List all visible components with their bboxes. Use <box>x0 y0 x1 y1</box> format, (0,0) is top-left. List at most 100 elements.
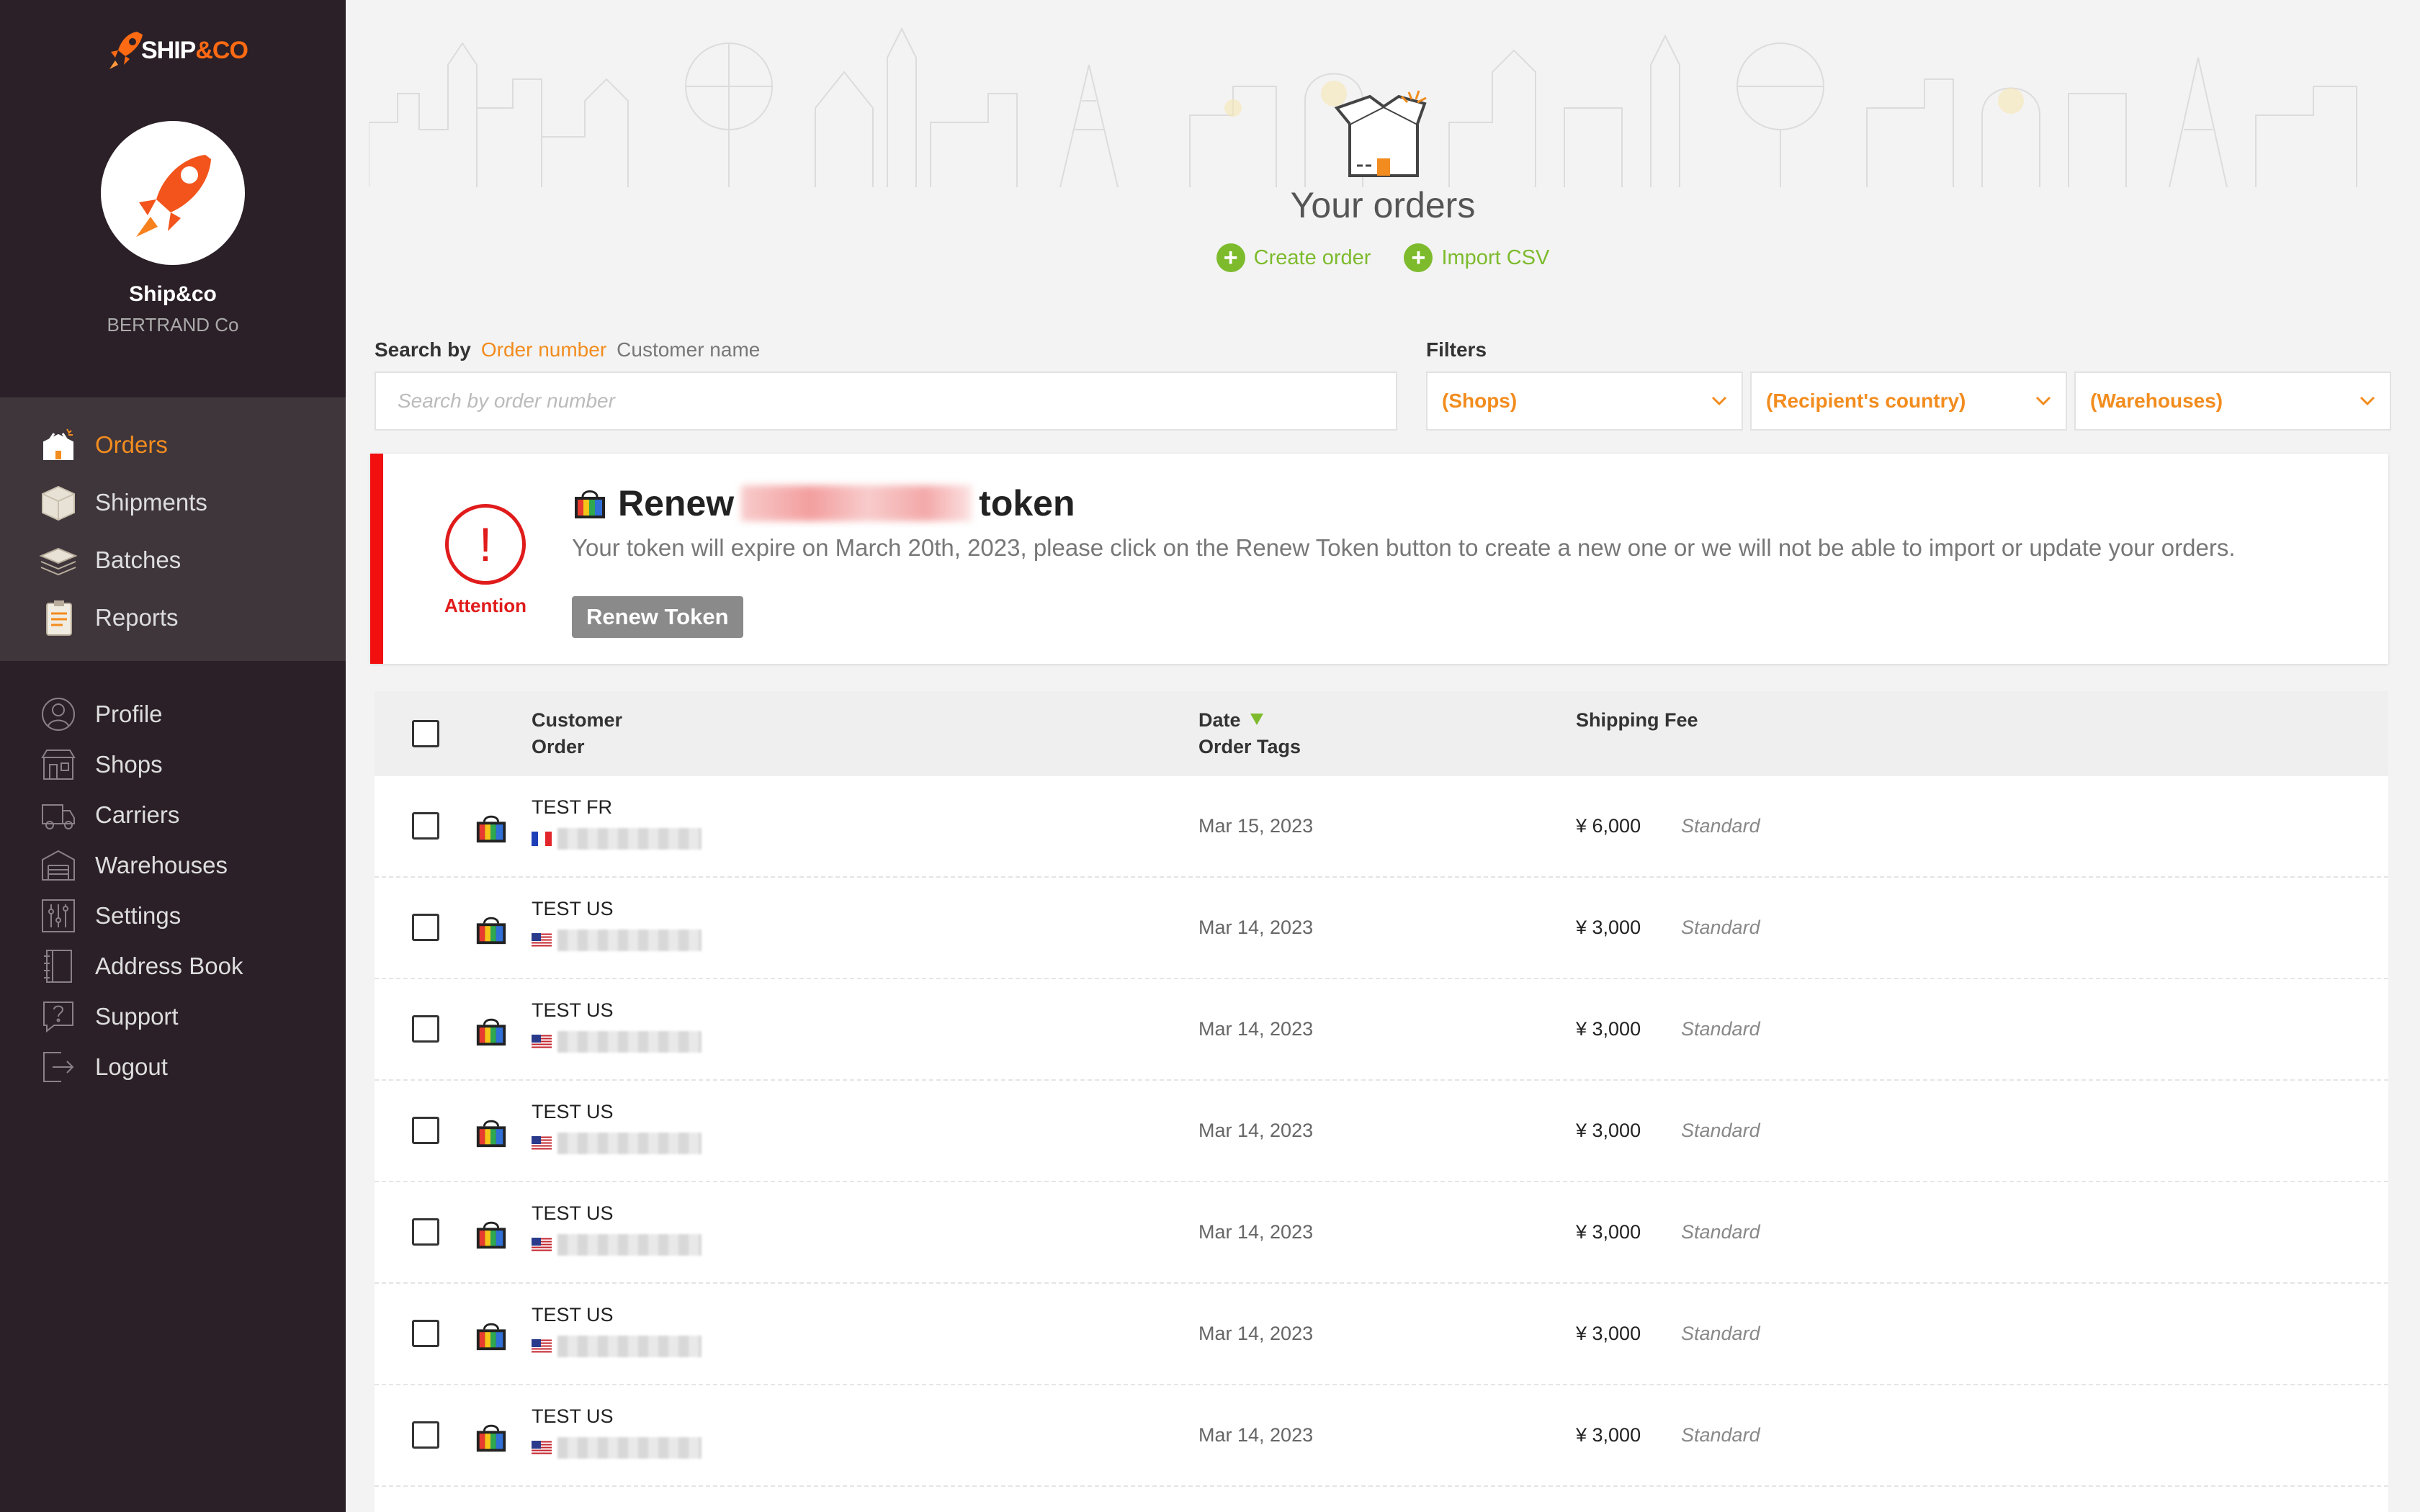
sort-desc-icon <box>1250 714 1264 725</box>
shipping-fee: ¥ 6,000 <box>1576 815 1641 837</box>
customer-name[interactable]: TEST US <box>532 1101 614 1123</box>
customer-name[interactable]: TEST US <box>532 1304 614 1326</box>
sidebar-item-orders[interactable]: Orders <box>0 416 346 474</box>
col-customer: Customer <box>532 709 623 731</box>
shipping-fee: ¥ 3,000 <box>1576 1018 1641 1040</box>
table-row[interactable]: TEST FR Mar 15, 2023 ¥ 6,000 Standard <box>375 776 2388 878</box>
orders-table: Customer Order Date Order Tags Shipping … <box>375 691 2388 1512</box>
shop-bag-icon <box>474 1420 508 1458</box>
sidebar-item-logout[interactable]: Logout <box>0 1038 346 1096</box>
row-checkbox[interactable] <box>412 1218 439 1246</box>
sidebar-item-label: Address Book <box>95 953 243 979</box>
redacted-order-number <box>557 1133 702 1154</box>
order-date: Mar 14, 2023 <box>1198 1018 1314 1040</box>
redacted-order-number <box>557 828 702 850</box>
table-row[interactable]: TEST US Mar 14, 2023 ¥ 3,000 Standard <box>375 1385 2388 1487</box>
row-checkbox[interactable] <box>412 1320 439 1347</box>
shop-bag-icon <box>474 1014 508 1052</box>
sidebar-item-reports[interactable]: Reports <box>0 589 346 647</box>
attention-label: Attention <box>444 595 527 616</box>
shipping-service: Standard <box>1681 1018 1760 1040</box>
logo-text-suffix: &CO <box>195 36 248 64</box>
order-date: Mar 14, 2023 <box>1198 1221 1314 1243</box>
reports-icon <box>37 597 79 639</box>
address-book-icon <box>37 945 79 987</box>
row-checkbox[interactable] <box>412 1015 439 1043</box>
filters-label: Filters <box>1426 338 1487 361</box>
app-logo[interactable]: SHIP&CO <box>108 29 248 72</box>
us-flag-icon <box>532 1339 552 1354</box>
create-order-button[interactable]: + Create order <box>1216 243 1371 272</box>
sidebar-item-label: Support <box>95 1003 179 1030</box>
order-date: Mar 14, 2023 <box>1198 1323 1314 1344</box>
shipping-fee: ¥ 3,000 <box>1576 1221 1641 1243</box>
sidebar-item-settings[interactable]: Settings <box>0 887 346 945</box>
table-row[interactable]: TEST US Mar 14, 2023 ¥ 3,000 Standard <box>375 1182 2388 1284</box>
order-line <box>532 828 702 850</box>
row-checkbox[interactable] <box>412 1117 439 1144</box>
shop-bag-icon <box>474 1115 508 1153</box>
customer-name[interactable]: TEST US <box>532 1405 614 1428</box>
logout-icon <box>37 1046 79 1088</box>
alert-title-suffix: token <box>979 483 1075 523</box>
row-checkbox[interactable] <box>412 1421 439 1449</box>
row-checkbox[interactable] <box>412 914 439 941</box>
sidebar-item-label: Logout <box>95 1053 168 1080</box>
search-mode-customer-name[interactable]: Customer name <box>617 338 760 361</box>
shipping-service: Standard <box>1681 815 1760 837</box>
shops-filter-select[interactable]: (Shops) <box>1426 372 1743 431</box>
select-all-checkbox[interactable] <box>412 720 439 747</box>
sidebar-item-shipments[interactable]: Shipments <box>0 474 346 531</box>
sidebar-item-address-book[interactable]: Address Book <box>0 937 346 995</box>
batches-icon <box>37 539 79 581</box>
shipping-service: Standard <box>1681 1323 1760 1344</box>
sidebar-item-profile[interactable]: Profile <box>0 685 346 743</box>
redacted-order-number <box>557 1336 702 1357</box>
customer-name[interactable]: TEST US <box>532 898 614 920</box>
shop-bag-icon <box>474 1217 508 1255</box>
sidebar: SHIP&CO Ship&co BERTRAND Co Orders Shipm… <box>0 0 346 1512</box>
customer-name[interactable]: TEST US <box>532 999 614 1022</box>
rocket-avatar-icon <box>136 155 211 237</box>
france-flag-icon <box>532 832 552 846</box>
sidebar-item-label: Profile <box>95 701 163 727</box>
search-input[interactable] <box>375 372 1397 431</box>
warehouses-icon <box>37 845 79 886</box>
us-flag-icon <box>532 1238 552 1252</box>
table-row[interactable]: TEST US Mar 14, 2023 ¥ 3,000 Standard <box>375 1081 2388 1182</box>
sidebar-item-support[interactable]: Support <box>0 988 346 1045</box>
sidebar-item-warehouses[interactable]: Warehouses <box>0 837 346 894</box>
exclamation-icon: ! <box>445 504 526 585</box>
sidebar-item-carriers[interactable]: Carriers <box>0 786 346 844</box>
shops-icon <box>37 744 79 786</box>
avatar[interactable] <box>101 121 245 265</box>
search-by-label: Search by <box>375 338 471 361</box>
table-row[interactable]: TEST US Mar 14, 2023 ¥ 3,000 Standard <box>375 878 2388 979</box>
shop-bag-icon <box>474 912 508 950</box>
profile-icon <box>37 693 79 735</box>
search-mode-order-number[interactable]: Order number <box>481 338 606 361</box>
table-row[interactable]: TEST US Mar 14, 2023 ¥ 3,000 Standard <box>375 979 2388 1081</box>
table-header: Customer Order Date Order Tags Shipping … <box>375 691 2388 776</box>
rocket-logo-icon <box>109 32 143 69</box>
customer-name[interactable]: TEST FR <box>532 796 612 819</box>
warehouses-filter-select[interactable]: (Warehouses) <box>2074 372 2391 431</box>
create-order-label: Create order <box>1253 246 1371 269</box>
orders-icon <box>37 424 79 466</box>
sidebar-item-shops[interactable]: Shops <box>0 736 346 793</box>
shipping-fee: ¥ 3,000 <box>1576 1424 1641 1446</box>
us-flag-icon <box>532 1136 552 1151</box>
country-filter-select[interactable]: (Recipient's country) <box>1750 372 2067 431</box>
renew-token-button[interactable]: Renew Token <box>572 596 743 638</box>
row-checkbox[interactable] <box>412 812 439 840</box>
plus-circle-icon: + <box>1404 243 1433 272</box>
alert-title-prefix: Renew <box>618 483 735 523</box>
shipping-fee: ¥ 3,000 <box>1576 917 1641 938</box>
sidebar-item-batches[interactable]: Batches <box>0 531 346 589</box>
customer-name[interactable]: TEST US <box>532 1202 614 1225</box>
account-company: BERTRAND Co <box>107 314 239 336</box>
token-expiry-alert: ! Attention Renew token Your token will … <box>370 454 2388 664</box>
import-csv-button[interactable]: + Import CSV <box>1404 243 1549 272</box>
col-date[interactable]: Date <box>1198 707 1301 734</box>
table-row[interactable]: TEST US Mar 14, 2023 ¥ 3,000 Standard <box>375 1284 2388 1385</box>
